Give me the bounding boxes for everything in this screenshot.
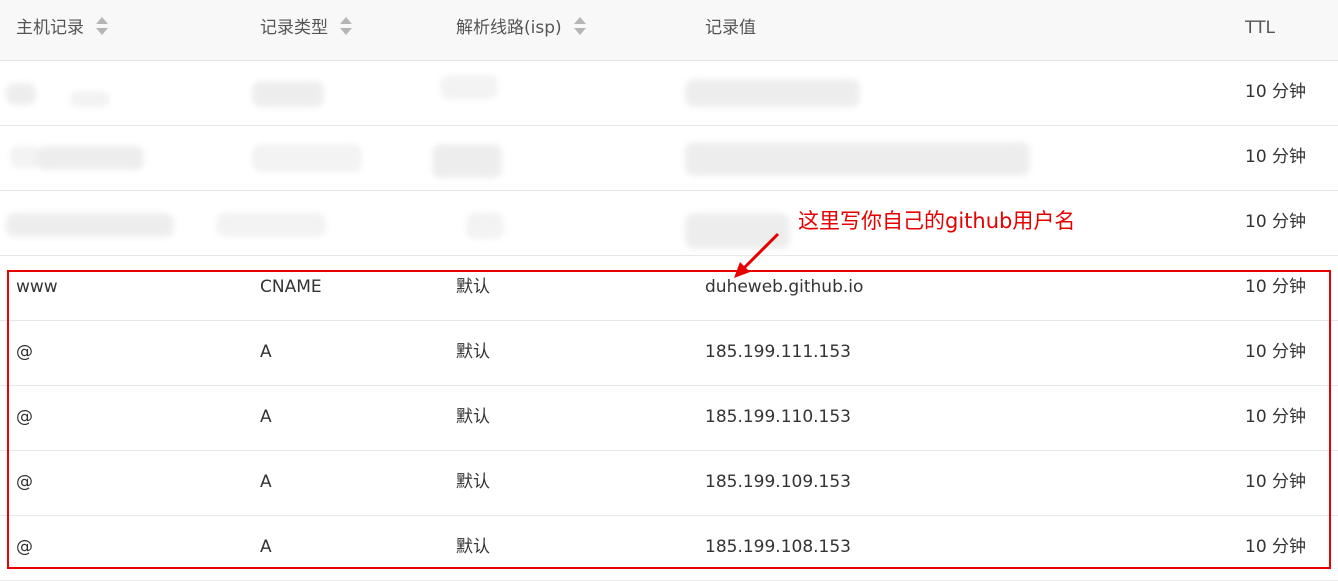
column-header-label: 解析线路(isp)	[456, 18, 562, 38]
column-header-line[interactable]: 解析线路(isp)	[456, 0, 586, 60]
redacted-value	[685, 79, 860, 107]
column-header-type[interactable]: 记录类型	[260, 0, 352, 60]
host-cell: www	[16, 277, 58, 297]
table-row-redacted[interactable]: 10 分钟	[0, 126, 1338, 191]
ttl-cell: 10 分钟	[1245, 212, 1307, 232]
sort-icon[interactable]	[573, 17, 586, 35]
redacted-line	[466, 213, 504, 239]
table-row-redacted[interactable]: 10 分钟	[0, 191, 1338, 256]
ttl-cell: 10 分钟	[1245, 537, 1307, 557]
sort-icon[interactable]	[340, 17, 352, 35]
column-header-label: 记录类型	[260, 18, 328, 38]
type-cell: A	[260, 537, 272, 557]
column-header-host[interactable]: 主机记录	[16, 0, 108, 60]
line-cell: 默认	[456, 342, 490, 362]
table-row[interactable]: @ A 默认 185.199.111.153 10 分钟	[0, 321, 1338, 386]
redacted-host	[70, 91, 110, 107]
table-header: 主机记录 记录类型 解析线路(isp) 记录值 TTL	[0, 0, 1338, 61]
redacted-type	[252, 144, 362, 172]
ttl-cell: 10 分钟	[1245, 147, 1307, 167]
ttl-cell: 10 分钟	[1245, 407, 1307, 427]
redacted-host	[36, 146, 144, 170]
redacted-type	[216, 213, 326, 237]
table-row[interactable]: @ A 默认 185.199.108.153 10 分钟	[0, 516, 1338, 581]
arrow-icon	[734, 232, 780, 278]
line-cell: 默认	[456, 277, 490, 297]
redacted-type	[252, 81, 324, 107]
sort-icon[interactable]	[96, 17, 108, 35]
value-cell: 185.199.108.153	[705, 537, 852, 557]
value-cell: 185.199.110.153	[705, 407, 852, 427]
type-cell: CNAME	[260, 277, 322, 297]
ttl-cell: 10 分钟	[1245, 342, 1307, 362]
value-cell: 185.199.111.153	[705, 342, 852, 362]
line-cell: 默认	[456, 407, 490, 427]
table-row-redacted[interactable]: 10 分钟	[0, 61, 1338, 126]
type-cell: A	[260, 407, 272, 427]
redacted-host	[6, 213, 174, 237]
column-header-value: 记录值	[705, 0, 756, 60]
host-cell: @	[16, 537, 33, 557]
ttl-cell: 10 分钟	[1245, 472, 1307, 492]
value-cell: 185.199.109.153	[705, 472, 852, 492]
type-cell: A	[260, 472, 272, 492]
column-header-label: TTL	[1245, 18, 1275, 38]
annotation-text: 这里写你自己的github用户名	[798, 209, 1076, 233]
redacted-value	[685, 142, 1030, 176]
table-row[interactable]: @ A 默认 185.199.110.153 10 分钟	[0, 386, 1338, 451]
column-header-ttl: TTL	[1245, 0, 1275, 60]
table-row[interactable]: @ A 默认 185.199.109.153 10 分钟	[0, 451, 1338, 516]
column-header-label: 记录值	[705, 18, 756, 38]
ttl-cell: 10 分钟	[1245, 277, 1307, 297]
redacted-host	[6, 83, 36, 105]
host-cell: @	[16, 472, 33, 492]
redacted-line	[432, 144, 502, 178]
ttl-cell: 10 分钟	[1245, 82, 1307, 102]
type-cell: A	[260, 342, 272, 362]
host-cell: @	[16, 342, 33, 362]
redacted-line	[440, 75, 498, 99]
column-header-label: 主机记录	[16, 18, 84, 38]
line-cell: 默认	[456, 472, 490, 492]
line-cell: 默认	[456, 537, 490, 557]
host-cell: @	[16, 407, 33, 427]
table-row[interactable]: www CNAME 默认 duheweb.github.io 10 分钟	[0, 256, 1338, 321]
